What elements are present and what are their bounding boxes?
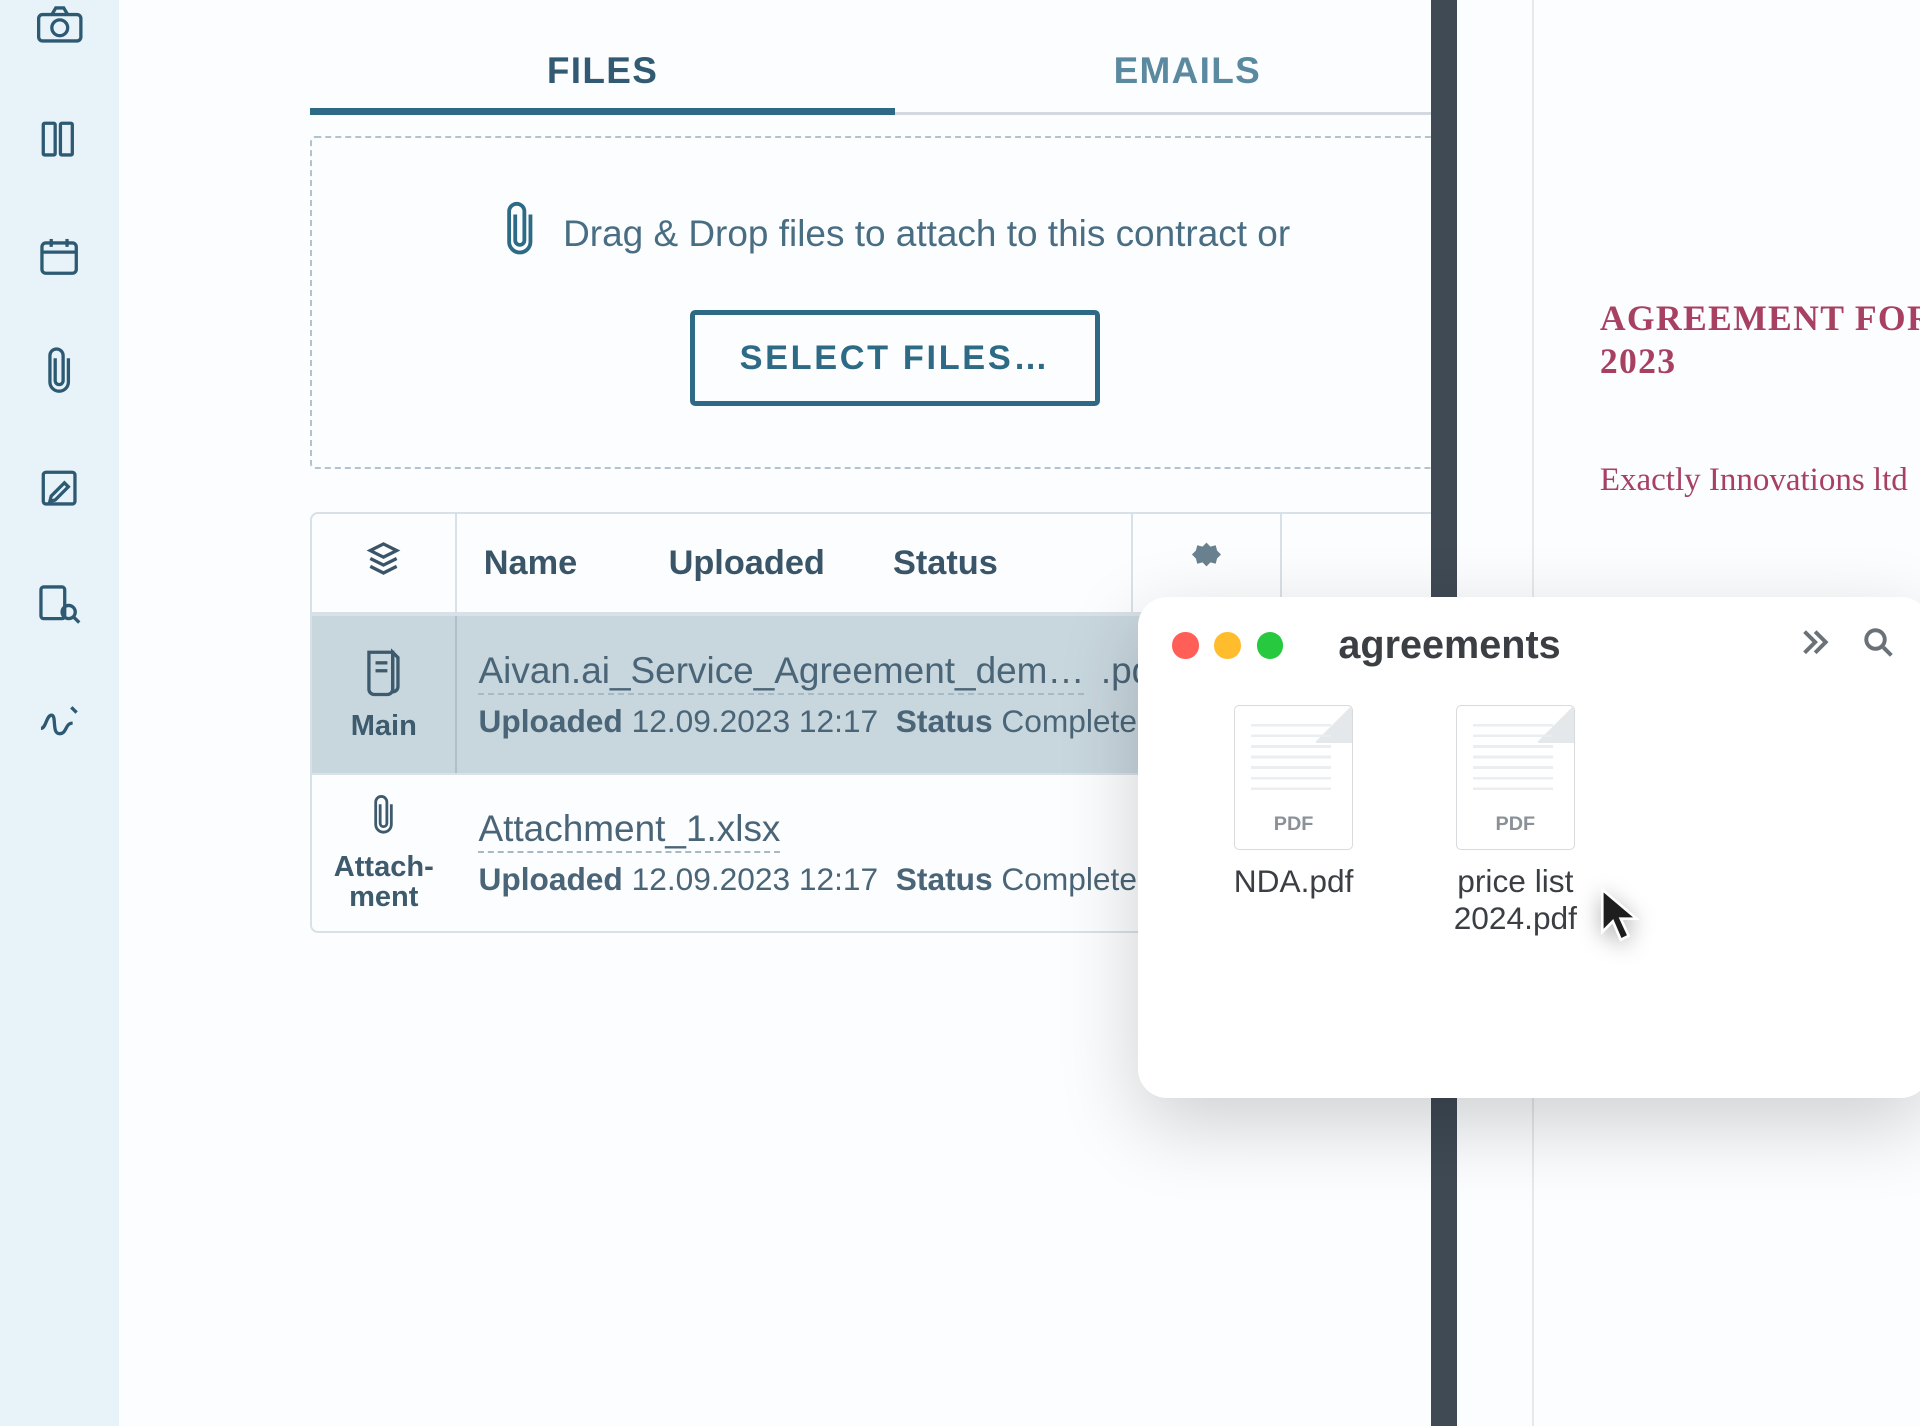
finder-header: agreements <box>1138 597 1920 676</box>
col-name[interactable]: Name <box>457 544 668 583</box>
camera-icon <box>36 4 84 50</box>
paperclip-icon <box>369 793 398 844</box>
finder-window[interactable]: agreements PDF NDA.pdf PDF price list 20… <box>1138 597 1920 1099</box>
pdf-thumb-icon: PDF <box>1456 705 1575 850</box>
paperclip-icon <box>42 345 76 404</box>
tab-emails[interactable]: EMAILS <box>895 50 1480 115</box>
chevron-double-right-icon[interactable] <box>1798 625 1832 665</box>
select-files-button[interactable]: SELECT FILES… <box>690 310 1101 407</box>
calendar-icon <box>38 235 80 283</box>
pdf-thumb-icon: PDF <box>1234 705 1353 850</box>
contract-icon <box>361 647 406 703</box>
sidebar-item-sign[interactable] <box>33 697 86 750</box>
col-status[interactable]: Status <box>893 544 1131 583</box>
tab-files[interactable]: FILES <box>310 50 895 115</box>
dropzone-text: Drag & Drop files to attach to this cont… <box>563 213 1290 255</box>
cell-kind: Main <box>312 616 457 772</box>
kind-label: Attach- ment <box>334 852 434 913</box>
file-dropzone[interactable]: Drag & Drop files to attach to this cont… <box>310 136 1480 469</box>
file-name[interactable]: Aivan.ai_Service_Agreement_dem… <box>478 650 1084 695</box>
sidebar-item-search[interactable] <box>33 581 86 634</box>
finder-body: PDF NDA.pdf PDF price list 2024.pdf <box>1138 676 1920 965</box>
dropzone-label: Drag & Drop files to attach to this cont… <box>500 198 1290 270</box>
close-button[interactable] <box>1172 632 1198 658</box>
search-icon[interactable] <box>1861 625 1895 665</box>
finder-file[interactable]: PDF NDA.pdf <box>1201 705 1386 936</box>
file-name[interactable]: Attachment_1.xlsx <box>478 808 780 853</box>
content-tabs: FILES EMAILS <box>310 50 1480 115</box>
sidebar <box>0 0 119 1426</box>
sidebar-item-camera[interactable] <box>33 0 86 53</box>
layers-icon <box>365 540 402 586</box>
paperclip-icon <box>500 198 540 270</box>
search-doc-icon <box>37 583 82 631</box>
maximize-button[interactable] <box>1257 632 1283 658</box>
document-edit-icon <box>38 467 80 515</box>
preview-subtitle: Exactly Innovations ltd <box>1600 462 1908 499</box>
signature-icon <box>37 702 82 745</box>
preview-title: AGREEMENT FOR AIVAN 2023 <box>1600 297 1920 383</box>
sidebar-item-notes[interactable] <box>33 465 86 518</box>
col-type[interactable] <box>312 514 457 612</box>
finder-title: agreements <box>1338 623 1766 668</box>
file-label: NDA.pdf <box>1234 863 1354 899</box>
cell-kind: Attach- ment <box>312 775 457 931</box>
sidebar-item-attachments[interactable] <box>33 348 86 401</box>
books-icon <box>38 118 80 166</box>
finder-file[interactable]: PDF price list 2024.pdf <box>1423 705 1608 936</box>
window-controls <box>1172 632 1283 658</box>
sidebar-item-calendar[interactable] <box>33 232 86 285</box>
minimize-button[interactable] <box>1214 632 1240 658</box>
verified-badge-icon <box>1188 540 1225 586</box>
sidebar-item-books[interactable] <box>33 116 86 169</box>
kind-label: Main <box>351 711 417 741</box>
col-uploaded[interactable]: Uploaded <box>669 544 893 583</box>
file-label: price list 2024.pdf <box>1423 863 1608 936</box>
